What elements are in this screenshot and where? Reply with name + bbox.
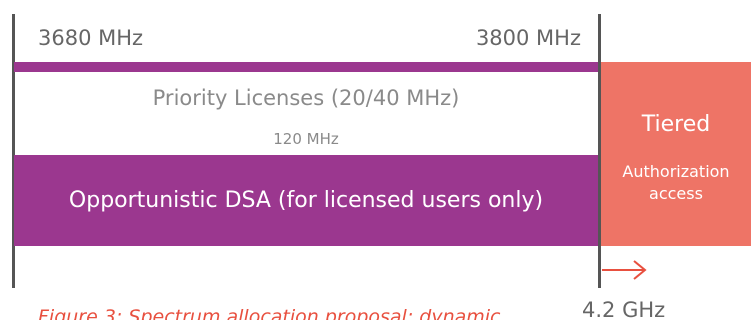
bandwidth-label: 120 MHz	[273, 130, 339, 148]
opportunistic-dsa-label: Opportunistic DSA (for licensed users on…	[68, 188, 544, 213]
tiered-title: Tiered	[641, 112, 711, 137]
tiered-authorization-block: Tiered Authorization access	[601, 62, 751, 246]
tiered-subtitle-line2: access	[649, 184, 703, 203]
figure-caption: Figure 3: Spectrum allocation proposal; …	[38, 306, 501, 320]
band-start-marker	[12, 14, 15, 288]
priority-licenses-label: Priority Licenses (20/40 MHz)	[152, 86, 460, 110]
max-frequency-label: 4.2 GHz	[582, 298, 666, 320]
opportunistic-dsa-block: Opportunistic DSA (for licensed users on…	[14, 155, 598, 246]
tiered-subtitle-line1: Authorization	[622, 162, 730, 181]
right-arrow-icon	[602, 260, 647, 280]
priority-license-bar	[14, 62, 598, 72]
band-end-label: 3800 MHz	[475, 26, 581, 50]
band-start-label: 3680 MHz	[38, 26, 144, 50]
spectrum-diagram: 3680 MHz 3800 MHz Priority Licenses (20/…	[0, 0, 751, 320]
